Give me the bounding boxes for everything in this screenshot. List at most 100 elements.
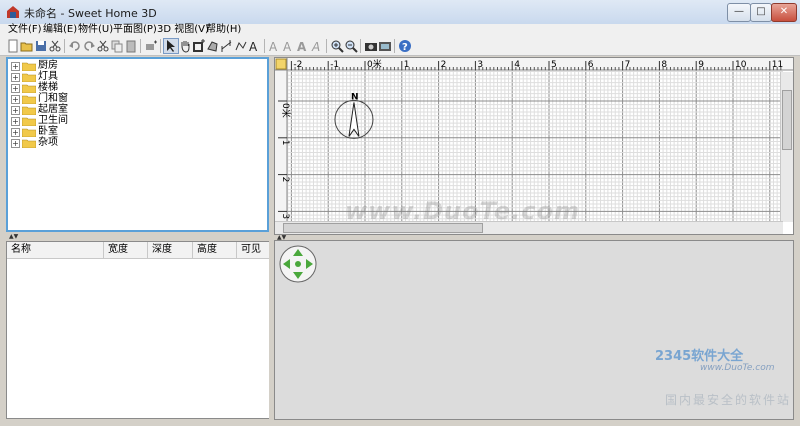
x-tick-label: 0米 [367,58,382,70]
furniture-list[interactable]: 名称 宽度 深度 高度 可见 [6,241,270,419]
add-text-icon[interactable]: A [248,39,262,53]
cut-icon[interactable] [96,39,110,53]
splitter-arrows[interactable]: ▲▼ [9,234,18,240]
title-bar: 未命名 - Sweet Home 3D — □ ✕ [0,0,800,25]
x-tick-label: 7 [625,60,631,70]
create-walls-icon[interactable] [192,39,206,53]
x-tick-label: 9 [698,60,704,70]
x-tick-label: 5 [551,60,557,70]
toolbar-separator [360,39,361,53]
create-dimensions-icon[interactable] [220,39,234,53]
catalog-category-label: 杂项 [38,137,58,148]
expand-icon[interactable]: + [11,73,20,82]
furniture-catalog-tree[interactable]: + 厨房 + 灯具 + 楼梯 + 门和窗 + 起居室 + 卫生间 + 卧室 + 杂项 [6,57,269,232]
copy-icon[interactable] [110,39,124,53]
y-tick-label: 2 [280,177,290,183]
app-icon [7,6,19,18]
x-tick-label: 3 [477,60,483,70]
bold-text-icon[interactable]: A [296,39,310,53]
x-tick-label: 4 [514,60,520,70]
left-ruler [275,58,287,234]
watermark-url: www.DuoTe.com [700,363,775,373]
undo-icon[interactable] [68,39,82,53]
x-tick-label: 6 [588,60,594,70]
zoom-in-icon[interactable] [330,39,344,53]
folder-icon [22,95,36,104]
save-icon[interactable] [34,39,48,53]
italic-text-icon[interactable]: A [310,39,324,53]
column-width[interactable]: 宽度 [104,242,148,258]
pan-mode-icon[interactable] [178,39,192,53]
svg-text:A: A [249,40,258,53]
expand-icon[interactable]: + [11,139,20,148]
help-icon[interactable]: ? [398,39,412,53]
close-button[interactable]: ✕ [771,3,797,22]
y-tick-label: 3 [280,213,290,219]
folder-icon [22,139,36,148]
zoom-out-icon[interactable] [344,39,358,53]
folder-icon [22,117,36,126]
menu-3d-view[interactable]: 3D 视图(V) [157,24,209,36]
expand-icon[interactable]: + [11,117,20,126]
create-rooms-icon[interactable] [206,39,220,53]
menu-bar: 文件(F) 编辑(E) 物件(U) 平面图(P) 3D 视图(V) 帮助(H) [0,24,800,37]
furniture-table-header: 名称 宽度 深度 高度 可见 [7,242,269,259]
column-name[interactable]: 名称 [7,242,104,258]
redo-icon[interactable] [82,39,96,53]
x-tick-label: 2 [441,60,447,70]
decrease-text-size-icon[interactable]: A [282,39,296,53]
expand-icon[interactable]: + [11,95,20,104]
toolbar-separator [64,39,65,53]
toolbar-separator [160,39,161,53]
toolbar-separator [326,39,327,53]
folder-icon [22,106,36,115]
menu-furniture[interactable]: 物件(U) [78,24,113,36]
expand-icon[interactable]: + [11,106,20,115]
watermark-center: www.DuoTe.com [345,197,580,225]
menu-file[interactable]: 文件(F) [8,24,42,36]
watermark-cn: 国内最安全的软件站 [665,393,792,407]
menu-plan[interactable]: 平面图(P) [113,24,157,36]
column-visible[interactable]: 可见 [237,242,269,258]
column-height[interactable]: 高度 [193,242,237,258]
expand-icon[interactable]: + [11,84,20,93]
minimize-button[interactable]: — [727,3,751,22]
menu-edit[interactable]: 编辑(E) [43,24,77,36]
add-furniture-icon[interactable] [144,39,158,53]
paste-icon[interactable] [124,39,138,53]
x-tick-label: -2 [293,60,302,70]
create-video-icon[interactable] [378,39,392,53]
svg-text:A: A [283,40,292,53]
toolbar: A A A A A? [0,37,800,56]
plan-vertical-scrollbar[interactable] [780,72,793,222]
menu-help[interactable]: 帮助(H) [206,24,241,36]
x-tick-label: 11 [772,60,783,70]
increase-text-size-icon[interactable]: A [268,39,282,53]
expand-icon[interactable]: + [11,62,20,71]
y-tick-label: 1 [280,140,290,146]
plan-vertical-scroll-thumb[interactable] [782,90,792,150]
expand-icon[interactable]: + [11,128,20,137]
toolbar-separator [394,39,395,53]
folder-icon [22,84,36,93]
watermark-logo: 2345软件大全 [655,349,744,364]
create-photo-icon[interactable] [364,39,378,53]
y-tick-label: 0米 [280,103,292,118]
svg-text:A: A [297,40,307,53]
3d-navigation-arrows[interactable] [279,245,317,283]
folder-icon [22,62,36,71]
svg-text:A: A [269,40,278,53]
create-polylines-icon[interactable] [234,39,248,53]
left-splitter[interactable]: ▲▼ [6,234,270,240]
new-icon[interactable] [6,39,20,53]
maximize-button[interactable]: □ [750,3,772,22]
column-depth[interactable]: 深度 [148,242,193,258]
x-tick-label: 1 [404,60,410,70]
select-mode-icon[interactable] [163,38,179,54]
compass-north-label: N [351,92,359,102]
x-tick-label: 10 [735,60,747,70]
svg-text:A: A [311,40,320,53]
x-tick-label: -1 [330,60,339,70]
open-icon[interactable] [20,39,34,53]
cut-tool-icon[interactable] [48,39,62,53]
